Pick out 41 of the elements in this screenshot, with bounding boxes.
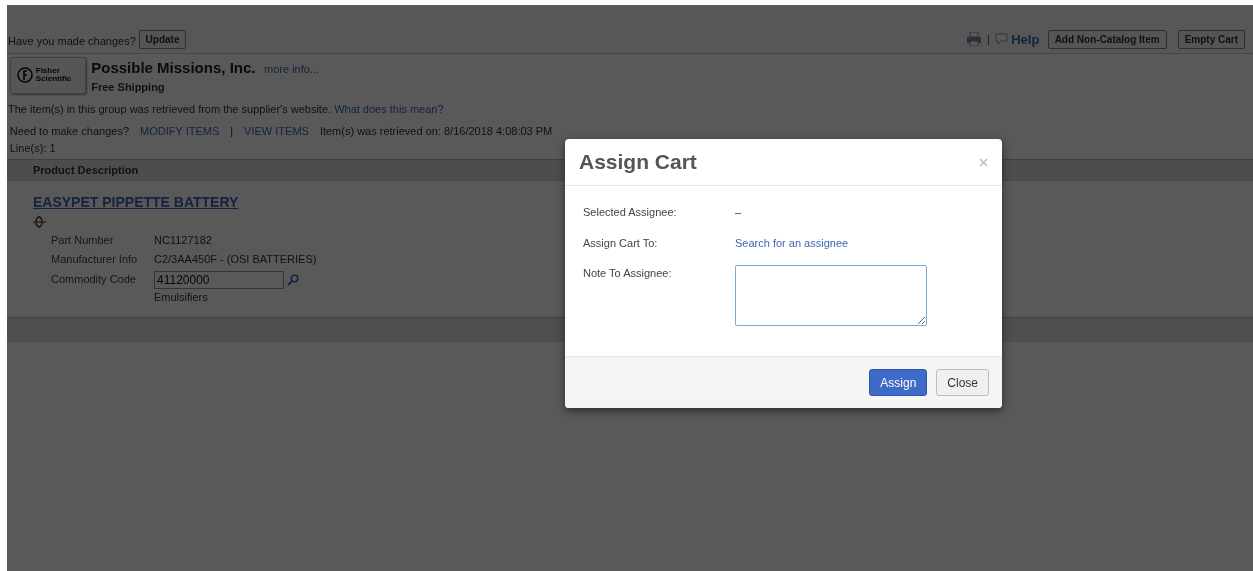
changes-prompt: Need to make changes? [9,124,129,140]
toolbar-button[interactable]: Add Non-Catalog Item [1047,29,1167,49]
logo-mark-icon [16,67,33,84]
column-header: Product Description [33,162,139,178]
field-label: Selected Assignee: [583,205,678,220]
changes-prompt: Have you made changes? [8,33,136,49]
field-label: Assign Cart To: [583,235,659,251]
print-icon[interactable] [965,32,982,47]
close-button[interactable]: Close [936,369,989,396]
more-info-link[interactable]: more info... [264,62,320,75]
detail-value: C2/3AA450F - (OSI BATTERIES) [154,252,317,267]
dialog-title: Assign Cart [579,149,697,176]
commodity-name: Emulsifiers [154,289,209,305]
field-value: – [735,205,742,220]
search-icon[interactable] [286,273,299,286]
shipping-label: Free Shipping [91,80,166,96]
help-icon[interactable] [995,33,1009,46]
note-field[interactable] [735,265,927,326]
update-button[interactable]: Update [138,30,187,49]
changes-link[interactable]: VIEW ITEMS [244,123,309,140]
supplier-logo: Fisher Scientific [9,56,86,94]
field-label: Note To Assignee: [583,266,673,281]
notice-text: The item(s) in this group was retrieved from the supplier's website. [8,103,332,116]
help-link[interactable]: Help [1011,29,1040,49]
detail-label: Part Number [51,232,115,248]
retrieved-date-text: Item(s) was retrieved on: 8/16/2018 4:08:03 PM [319,124,553,140]
assign-button[interactable]: Assign [869,369,928,396]
notice-link[interactable]: What does this mean? [334,103,444,116]
detail-label: Commodity Code [51,271,137,287]
detail-label: Manufacturer Info [51,252,139,267]
product-title-link[interactable]: EASYPET PIPPETTE BATTERY [33,194,239,210]
separator-text: | [987,32,990,47]
separator-text: | [230,124,234,140]
item-marker-icon [33,216,47,229]
supplier-name: Possible Missions, Inc. [91,58,256,76]
toolbar-button[interactable]: Empty Cart [1177,29,1245,49]
detail-value: NC1127182 [154,232,212,248]
commodity-code-field[interactable]: 41120000 [154,270,284,289]
line-count: Line(s): 1 [9,140,56,156]
assignee-search-link[interactable]: Search for an assignee [735,234,849,251]
changes-link[interactable]: MODIFY ITEMS [140,123,220,140]
